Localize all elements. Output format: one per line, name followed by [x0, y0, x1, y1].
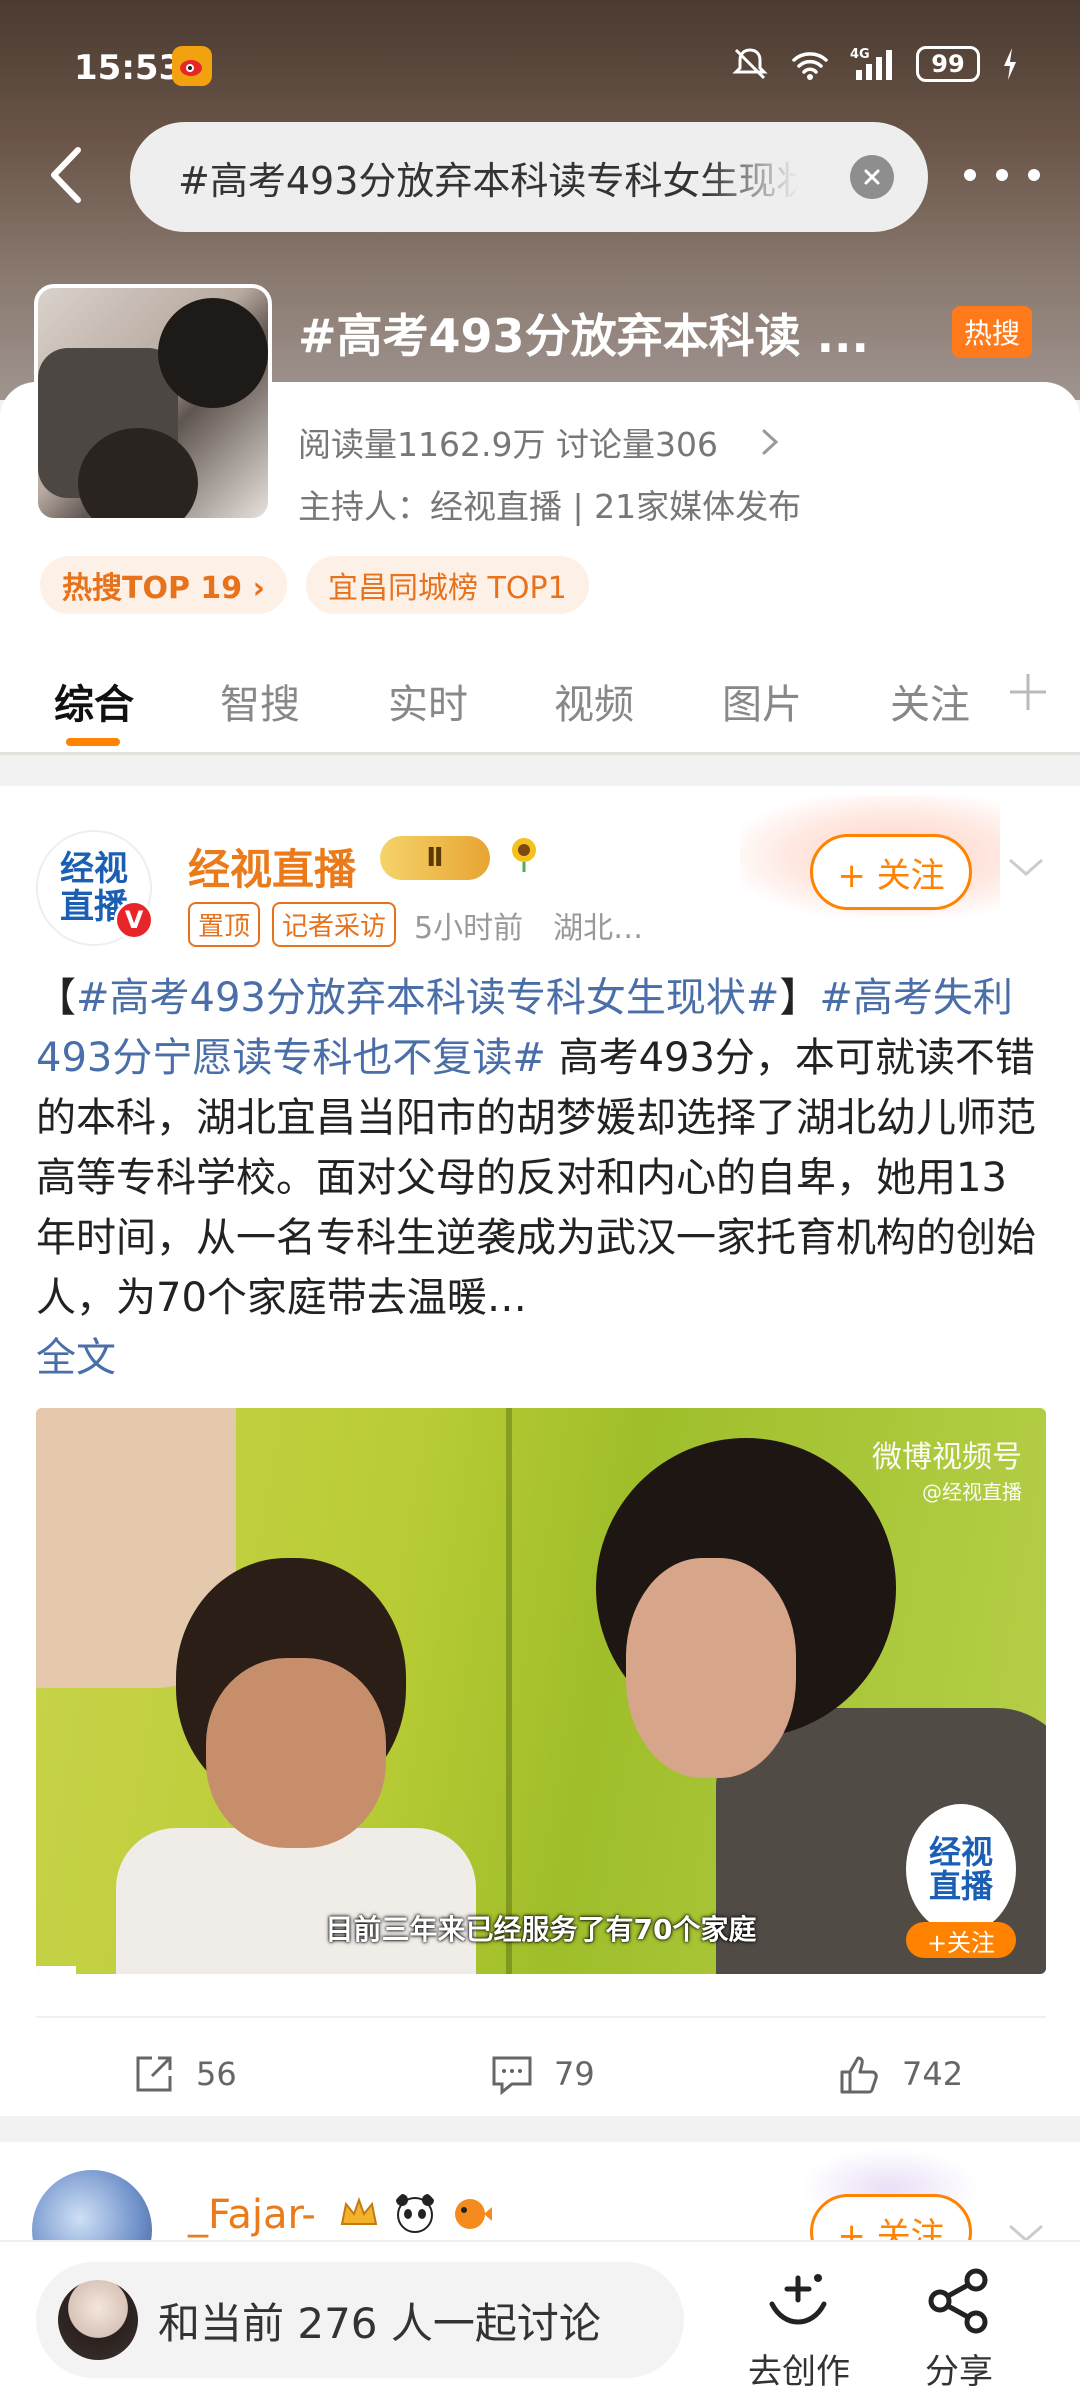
share-action[interactable]: 56 — [130, 2050, 237, 2098]
repost-icon — [136, 2056, 172, 2092]
back-arrow-icon[interactable] — [40, 140, 100, 210]
chevron-right-icon — [762, 429, 779, 455]
status-bar: 15:53 4G 99 — [0, 0, 1080, 130]
comment-icon — [492, 2056, 532, 2096]
topic-stats[interactable]: 阅读量1162.9万 讨论量306 — [298, 418, 782, 466]
bracket-open: 【 — [36, 975, 76, 1021]
tab-following[interactable]: 关注 — [890, 672, 970, 730]
post-time: 5小时前 — [414, 910, 524, 946]
status-time: 15:53 — [74, 48, 183, 88]
more-options-button[interactable] — [964, 160, 1040, 190]
share-button[interactable]: 分享 — [924, 2266, 994, 2393]
create-label: 去创作 — [748, 2352, 850, 2392]
pinned-tag: 置顶 — [188, 902, 261, 947]
sunflower-icon — [512, 838, 536, 872]
comment-count: 79 — [554, 2055, 595, 2093]
hot-search-badge: 热搜 — [952, 306, 1033, 358]
plus-icon[interactable] — [1006, 670, 1050, 714]
post-text: 【#高考493分放弃本科读专科女生现状#】#高考失利493分宁愿读专科也不复读#… — [36, 968, 1046, 1388]
verified-badge-icon: V — [114, 900, 154, 940]
post-meta: 置顶 记者采访 5小时前 湖北… — [188, 902, 643, 947]
comment-action[interactable]: 79 — [488, 2050, 595, 2098]
author-name[interactable]: 经视直播 — [188, 836, 356, 897]
charging-icon — [1004, 48, 1016, 80]
tab-video[interactable]: 视频 — [554, 672, 634, 730]
badge-row — [336, 2190, 494, 2236]
divider — [36, 2016, 1046, 2018]
local-rank-pill[interactable]: 宜昌同城榜 TOP1 — [306, 556, 589, 614]
status-icons: 4G 99 — [730, 44, 1020, 84]
reporter-tag: 记者采访 — [272, 902, 397, 947]
hot-rank-pill[interactable]: 热搜TOP 19 › — [40, 556, 287, 614]
pufferfish-icon — [455, 2199, 492, 2229]
weibo-notification-icon — [172, 46, 212, 86]
tab-general[interactable]: 综合 — [54, 672, 134, 730]
avatar-text-line1: 经视 — [60, 849, 128, 889]
crown-level-badge: Ⅱ — [380, 836, 490, 880]
topic-host[interactable]: 主持人：经视直播 | 21家媒体发布 — [298, 480, 801, 528]
video-player[interactable]: 微博视频号 @经视直播 经视 直播 +关注 目前三年来已经服务了有70个家庭 — [36, 1408, 1046, 1974]
search-input[interactable]: #高考493分放弃本科读专科女生现状# — [130, 122, 928, 232]
like-count: 742 — [902, 2055, 964, 2093]
topic-stats-text: 阅读量1162.9万 讨论量306 — [298, 425, 718, 464]
panda-icon — [396, 2194, 434, 2233]
share-count: 56 — [196, 2055, 237, 2093]
search-query: #高考493分放弃本科读专科女生现状# — [178, 158, 798, 203]
share-label: 分享 — [925, 2352, 993, 2392]
avatar — [58, 2280, 138, 2360]
divider — [0, 752, 1080, 755]
active-tab-indicator — [66, 738, 120, 746]
like-action[interactable]: 742 — [836, 2050, 963, 2098]
battery-indicator: 99 — [916, 46, 980, 82]
full-text-link[interactable]: 全文 — [36, 1335, 116, 1381]
tab-smart-search[interactable]: 智搜 — [220, 672, 300, 730]
tab-realtime[interactable]: 实时 — [388, 672, 468, 730]
post-location: 湖北… — [553, 910, 644, 946]
video-progress — [36, 1966, 76, 1974]
mute-icon — [732, 48, 768, 80]
post-card: 经视 直播 V 经视直播 Ⅱ 置顶 记者采访 5小时前 湖北… + 关注 【#高… — [0, 786, 1080, 2116]
topic-title: #高考493分放弃本科读 ... — [298, 309, 870, 363]
hashtag-link[interactable]: #高考493分放弃本科读专科女生现状# — [76, 975, 779, 1021]
close-icon — [864, 169, 880, 185]
topic-thumbnail[interactable] — [34, 284, 272, 522]
create-button[interactable]: 去创作 — [748, 2266, 850, 2393]
sparkle-create-icon — [769, 2274, 827, 2325]
crown-icon — [340, 2197, 378, 2225]
video-watermark: 微博视频号 @经视直播 — [872, 1440, 1022, 1504]
follow-button[interactable]: + 关注 — [810, 834, 972, 910]
author-name[interactable]: _Fajar- — [188, 2192, 316, 2238]
join-discussion-button[interactable]: 和当前 276 人一起讨论 — [36, 2262, 684, 2378]
svg-text:4G: 4G — [850, 47, 870, 62]
wifi-icon — [792, 52, 828, 80]
bottom-bar: 和当前 276 人一起讨论 去创作 分享 — [0, 2240, 1080, 2397]
discussion-text: 和当前 276 人一起讨论 — [158, 2298, 601, 2348]
bracket-close: 】 — [779, 975, 820, 1021]
thumbs-up-icon — [840, 2056, 878, 2094]
search-tabs: 综合 智搜 实时 视频 图片 关注 — [0, 660, 1080, 754]
avatar[interactable]: 经视 直播 V — [36, 830, 154, 946]
share-icon — [928, 2268, 988, 2334]
video-subtitle: 目前三年来已经服务了有70个家庭 — [325, 1913, 757, 1946]
chevron-down-icon[interactable] — [1004, 852, 1048, 882]
clear-search-button[interactable] — [850, 155, 894, 199]
signal-icon: 4G — [850, 47, 892, 80]
tab-images[interactable]: 图片 — [722, 672, 802, 730]
